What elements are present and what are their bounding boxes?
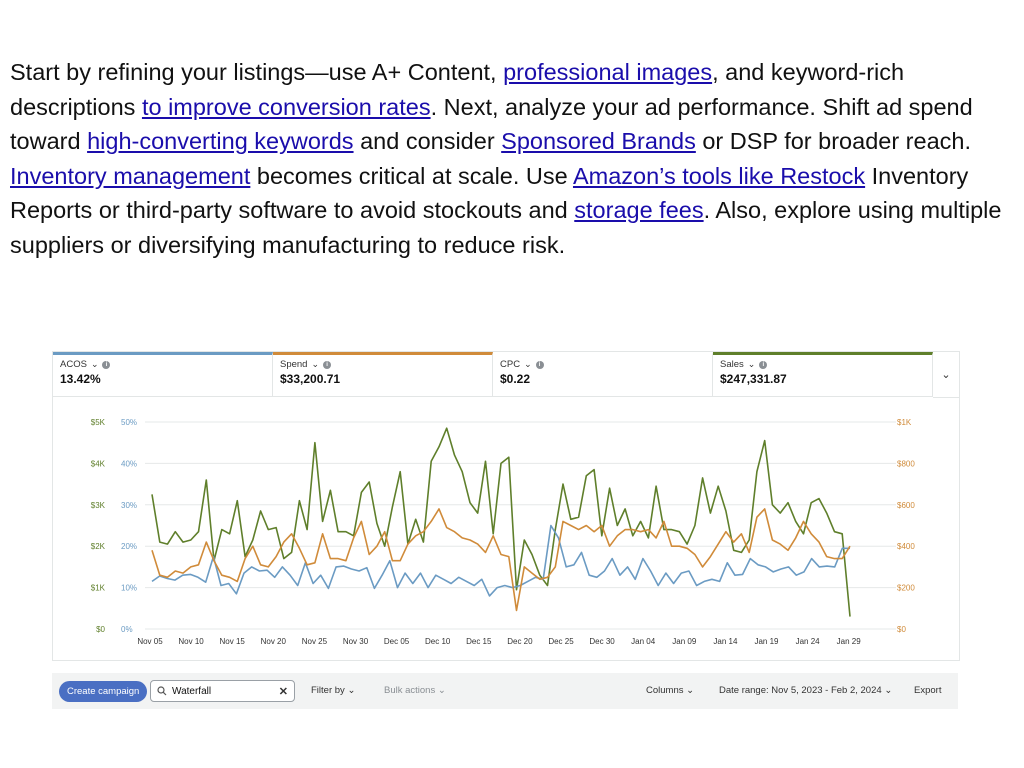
info-icon[interactable]: i (323, 360, 332, 369)
metric-value: 13.42% (60, 372, 101, 386)
filter-by-dropdown[interactable]: Filter by ⌄ (311, 673, 355, 709)
x-axis-tick-label: Nov 25 (302, 637, 328, 646)
text-run: Start by refining your listings—use A+ C… (10, 59, 504, 85)
text-run: and consider (353, 128, 502, 154)
link-sponsored-brands[interactable]: Sponsored Brands (501, 128, 696, 154)
sales-axis-tick-label: $0 (96, 625, 105, 634)
series-line-acos (151, 524, 850, 597)
expand-metrics-button[interactable]: ⌄ (933, 352, 959, 398)
chevron-down-icon: ⌄ (347, 685, 356, 696)
info-icon[interactable]: i (535, 360, 544, 369)
x-axis-tick-label: Jan 29 (837, 637, 862, 646)
metric-value: $247,331.87 (720, 372, 787, 386)
info-icon[interactable]: i (759, 360, 768, 369)
x-axis-tick-label: Dec 10 (425, 637, 451, 646)
export-label: Export (914, 685, 942, 696)
metric-tile-cpc[interactable]: CPC ⌄ i $0.22 (493, 352, 713, 397)
metric-value: $0.22 (500, 372, 531, 386)
info-icon[interactable]: i (102, 360, 111, 369)
campaign-search[interactable]: ✕ (150, 680, 295, 702)
spend-axis-tick-label: $0 (897, 625, 906, 634)
chevron-down-icon: ⌄ (437, 685, 446, 696)
close-icon[interactable]: ✕ (279, 685, 288, 698)
metric-tile-spend[interactable]: Spend ⌄ i $33,200.71 (273, 352, 493, 397)
sales-axis-tick-label: $2K (91, 542, 106, 551)
x-axis-tick-label: Dec 30 (589, 637, 615, 646)
date-range-label: Date range: Nov 5, 2023 - Feb 2, 2024 (719, 685, 882, 696)
acos-axis-tick-label: 20% (121, 542, 137, 551)
link-inventory-management[interactable]: Inventory management (10, 163, 250, 189)
bulk-actions-label: Bulk actions (384, 685, 436, 696)
acos-axis-tick-label: 40% (121, 459, 137, 468)
metric-value: $33,200.71 (280, 372, 341, 386)
link-improve-conversion-rates[interactable]: to improve conversion rates (142, 94, 431, 120)
chevron-down-icon: ⌄ (686, 685, 695, 696)
article-text: Start by refining your listings—use A+ C… (10, 55, 1010, 262)
search-icon (157, 686, 167, 696)
bulk-actions-dropdown[interactable]: Bulk actions ⌄ (384, 673, 446, 709)
x-axis-tick-label: Nov 20 (261, 637, 287, 646)
text-run: or DSP for broader reach. (695, 128, 972, 154)
acos-axis-tick-label: 30% (121, 501, 137, 510)
x-axis-tick-label: Dec 05 (384, 637, 410, 646)
chevron-down-icon: ⌄ (941, 369, 951, 381)
acos-axis-tick-label: 0% (121, 625, 133, 634)
acos-axis-tick-label: 50% (121, 418, 137, 427)
metric-tile-sales[interactable]: Sales ⌄ i $247,331.87 (713, 352, 933, 397)
spend-axis-tick-label: $200 (897, 584, 915, 593)
x-axis-tick-label: Jan 14 (713, 637, 738, 646)
metric-label: ACOS (60, 359, 87, 370)
columns-label: Columns (646, 685, 684, 696)
acos-axis-tick-label: 10% (121, 584, 137, 593)
x-axis-tick-label: Dec 25 (548, 637, 574, 646)
x-axis-tick-label: Jan 24 (796, 637, 821, 646)
create-campaign-button[interactable]: Create campaign (59, 681, 148, 702)
chevron-down-icon[interactable]: ⌄ (91, 359, 99, 370)
sales-axis-tick-label: $4K (91, 459, 106, 468)
sales-axis-tick-label: $5K (91, 418, 106, 427)
metric-tile-acos[interactable]: ACOS ⌄ i 13.42% (53, 352, 273, 397)
chevron-down-icon[interactable]: ⌄ (524, 359, 532, 370)
performance-line-chart: $0 0% $0 $1K 10% $200 $2K 20% $400 $3K 30% $600 $4K 4… (91, 418, 916, 646)
x-axis-tick-label: Nov 30 (343, 637, 369, 646)
columns-dropdown[interactable]: Columns ⌄ (646, 673, 694, 709)
export-button[interactable]: Export (914, 673, 941, 709)
x-axis-tick-label: Jan 09 (672, 637, 697, 646)
x-axis-tick-label: Dec 15 (466, 637, 492, 646)
search-input[interactable] (172, 685, 272, 697)
series-line-sales (151, 427, 851, 617)
link-professional-images[interactable]: professional images (503, 59, 712, 85)
chevron-down-icon: ⌄ (884, 685, 893, 696)
paragraph-inventory: Inventory management becomes critical at… (10, 159, 1010, 263)
performance-chart-panel: ACOS ⌄ i 13.42% Spend ⌄ i $33,200.71 CPC ⌄ i $… (52, 351, 960, 661)
metric-label: Sales (720, 359, 744, 370)
date-range-dropdown[interactable]: Date range: Nov 5, 2023 - Feb 2, 2024 ⌄ (719, 673, 892, 709)
metric-label: CPC (500, 359, 521, 370)
campaign-toolbar: Create campaign ✕ Filter by ⌄ Bulk actio… (52, 673, 958, 709)
metric-tiles: ACOS ⌄ i 13.42% Spend ⌄ i $33,200.71 CPC ⌄ i $… (53, 352, 933, 397)
link-high-converting-keywords[interactable]: high-converting keywords (87, 128, 353, 154)
spend-axis-tick-label: $400 (897, 542, 915, 551)
spend-axis-tick-label: $800 (897, 459, 915, 468)
x-axis-tick-label: Jan 04 (631, 637, 656, 646)
filter-by-label: Filter by (311, 685, 345, 696)
x-axis-tick-label: Dec 20 (507, 637, 533, 646)
chevron-down-icon[interactable]: ⌄ (748, 359, 756, 370)
x-axis-tick-label: Nov 10 (178, 637, 204, 646)
link-storage-fees[interactable]: storage fees (574, 197, 703, 223)
text-run: becomes critical at scale. Use (250, 162, 573, 189)
link-amazon-restock-tools[interactable]: Amazon’s tools like Restock (573, 163, 865, 189)
sales-axis-tick-label: $3K (91, 501, 106, 510)
spend-axis-tick-label: $1K (897, 418, 912, 427)
metric-label: Spend (280, 359, 308, 370)
x-axis-tick-label: Jan 19 (754, 637, 779, 646)
paragraph-listings: Start by refining your listings—use A+ C… (10, 55, 1010, 159)
spend-axis-tick-label: $600 (897, 501, 915, 510)
x-axis-tick-label: Nov 05 (137, 637, 163, 646)
x-axis-tick-label: Nov 15 (220, 637, 246, 646)
chevron-down-icon[interactable]: ⌄ (311, 359, 319, 370)
sales-axis-tick-label: $1K (91, 584, 106, 593)
